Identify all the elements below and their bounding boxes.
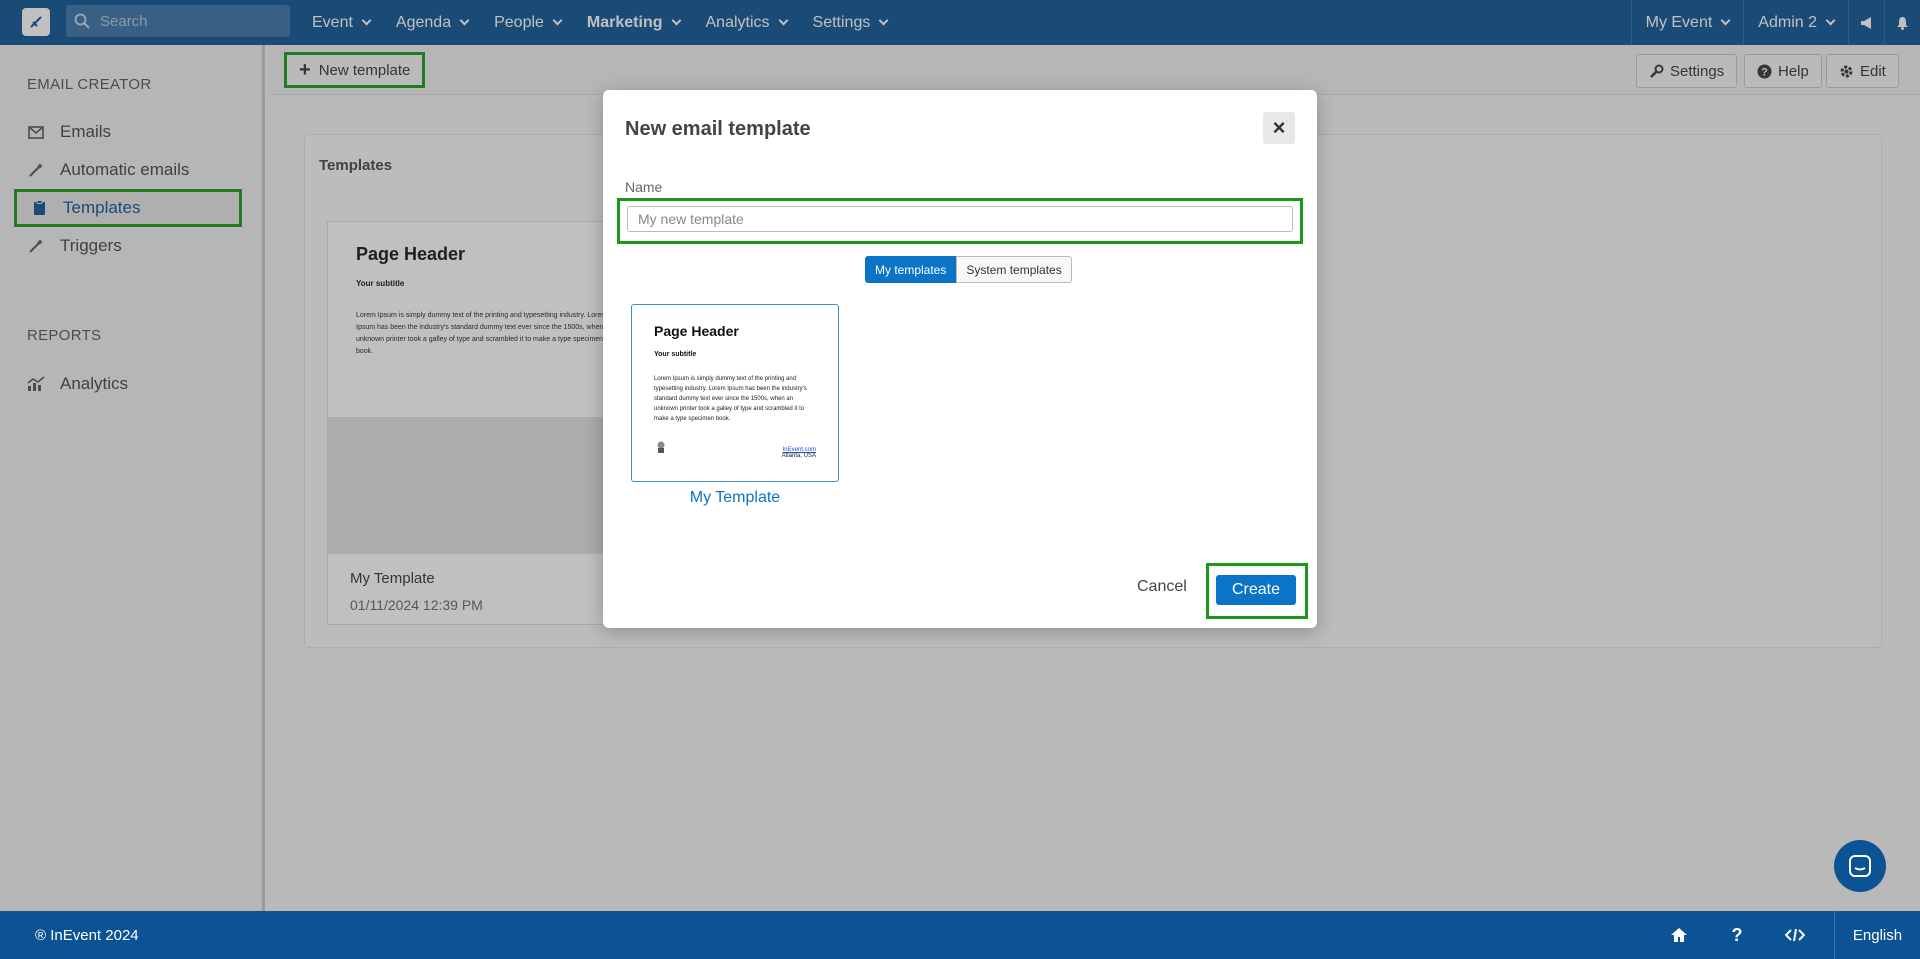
language-selector[interactable]: English: [1834, 911, 1920, 959]
template-option[interactable]: Page Header Your subtitle Lorem Ipsum is…: [631, 304, 839, 482]
create-button[interactable]: Create: [1216, 575, 1296, 605]
new-template-dialog: New email template × Name My templates S…: [603, 90, 1317, 628]
name-field-highlight: [617, 198, 1303, 244]
footer: ® InEvent 2024 ? English: [0, 911, 1920, 959]
tab-my-templates[interactable]: My templates: [865, 256, 957, 283]
chat-icon[interactable]: [1834, 840, 1886, 892]
template-footer: InEvent.com Atlanta, USA: [781, 447, 816, 459]
help-icon[interactable]: ?: [1708, 911, 1766, 959]
template-source-toggle: My templates System templates: [865, 256, 1072, 283]
copyright: ® InEvent 2024: [35, 926, 139, 944]
close-icon[interactable]: ×: [1263, 112, 1295, 144]
create-button-highlight: Create: [1206, 563, 1308, 619]
home-icon[interactable]: [1650, 911, 1708, 959]
dialog-title: New email template: [625, 118, 811, 140]
mascot-icon: [654, 440, 668, 457]
cancel-button[interactable]: Cancel: [1137, 578, 1187, 596]
name-label: Name: [625, 179, 663, 195]
code-icon[interactable]: [1766, 911, 1824, 959]
name-input[interactable]: [627, 206, 1293, 232]
tab-system-templates[interactable]: System templates: [956, 256, 1072, 283]
template-option-name[interactable]: My Template: [631, 489, 839, 507]
